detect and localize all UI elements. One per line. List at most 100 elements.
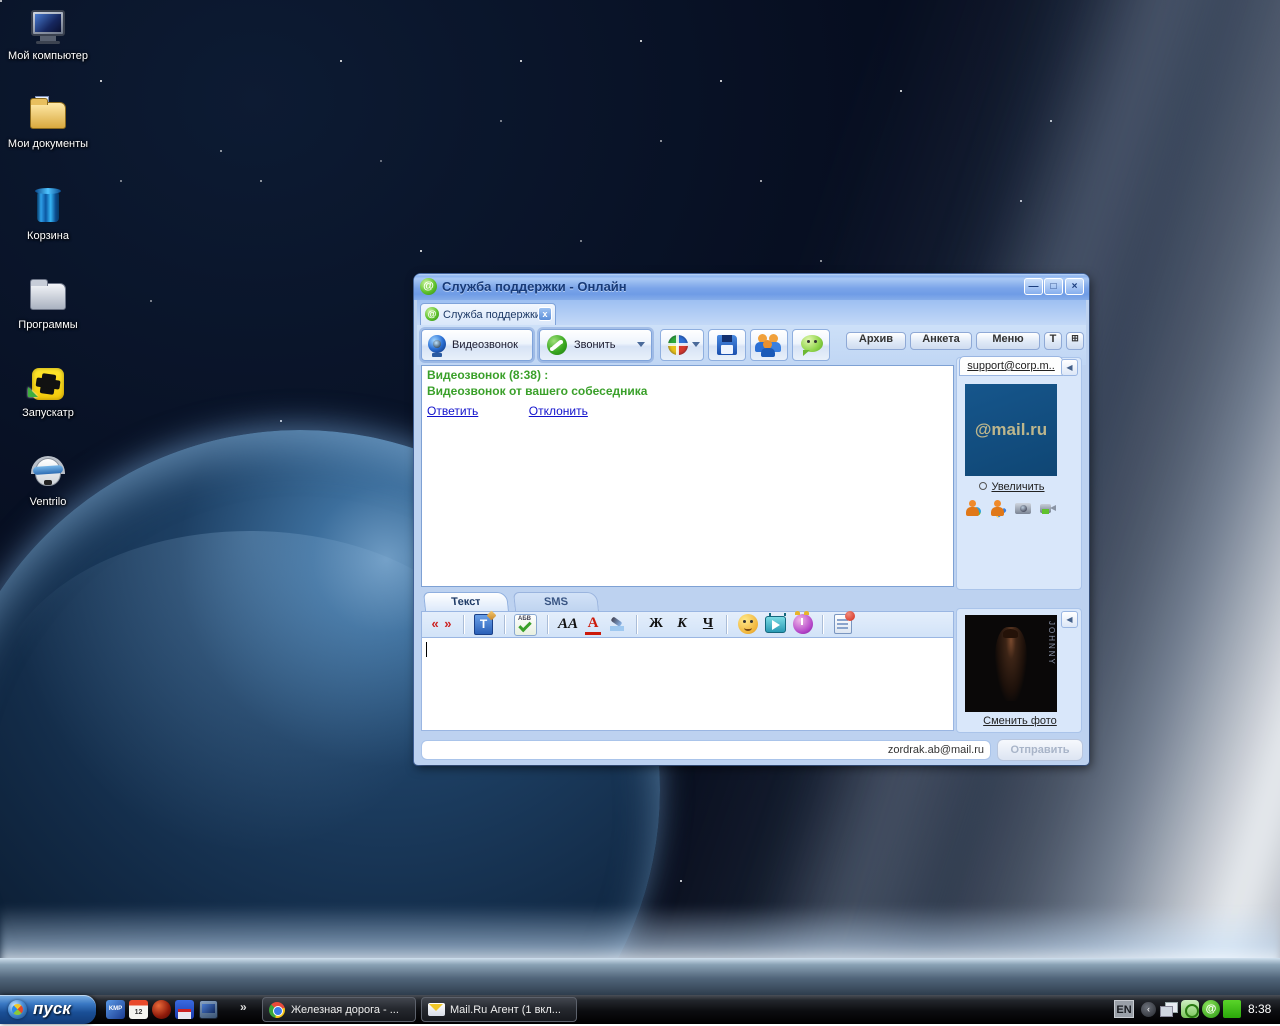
tray-clock: 8:38 xyxy=(1248,1002,1272,1016)
tab-support-conversation[interactable]: @ Служба поддержки x xyxy=(420,303,556,325)
video-camera-icon[interactable] xyxy=(1040,500,1056,516)
taskbar-item-browser[interactable]: Железная дорога - ... xyxy=(262,997,416,1022)
ventrilo-icon xyxy=(28,454,68,492)
status-field[interactable]: zordrak.ab@mail.ru xyxy=(421,740,991,760)
icon-label: Мой компьютер xyxy=(7,50,89,62)
app-at-icon: @ xyxy=(420,278,437,295)
smiley-icon[interactable] xyxy=(738,614,758,634)
tab-compose-text[interactable]: Текст xyxy=(423,592,509,611)
emotions-button[interactable] xyxy=(792,329,830,361)
tray-green-status-icon[interactable] xyxy=(1223,1000,1241,1018)
envelope-icon xyxy=(428,1003,445,1016)
messenger-window: @ Служба поддержки - Онлайн — □ × @ Служ… xyxy=(414,274,1089,765)
photo-caption: JOHNNY xyxy=(1047,621,1056,666)
answer-link[interactable]: Ответить xyxy=(427,404,478,418)
taskbar-item-mailru-agent[interactable]: Mail.Ru Агент (1 вкл... xyxy=(421,997,577,1022)
tab-label: Служба поддержки xyxy=(443,309,541,321)
video-clip-icon[interactable] xyxy=(765,616,786,633)
contact-email-tab[interactable]: support@corp.m.. xyxy=(959,356,1063,376)
decline-link[interactable]: Отклонить xyxy=(529,404,588,418)
taskbar: пуск KMP 12 » Железная дорога - ... Mail… xyxy=(0,995,1280,1024)
window-title: Служба поддержки - Онлайн xyxy=(442,279,627,294)
edit-contact-icon[interactable] xyxy=(990,500,1007,519)
chrome-icon xyxy=(269,1002,285,1018)
text-caret xyxy=(426,642,427,657)
desktop-icon-launcher[interactable]: Запускатр xyxy=(0,365,96,419)
language-indicator[interactable]: EN xyxy=(1114,1000,1134,1018)
start-label: пуск xyxy=(33,999,71,1018)
spellcheck-icon[interactable]: АБВ xyxy=(514,614,537,636)
photo-camera-icon[interactable] xyxy=(1015,500,1031,516)
translit-button[interactable]: T xyxy=(1044,332,1062,350)
bold-icon[interactable]: Ж xyxy=(648,614,664,635)
alarm-clock-icon[interactable] xyxy=(793,611,813,634)
recycle-bin-icon xyxy=(28,188,68,226)
desktop-icon-ventrilo[interactable]: Ventrilo xyxy=(0,454,96,508)
tray-at-status-icon[interactable]: @ xyxy=(1202,1000,1220,1018)
start-button[interactable]: пуск xyxy=(0,995,96,1024)
tab-close-icon[interactable]: x xyxy=(538,307,552,321)
tray-collapse-icon[interactable]: ‹ xyxy=(1141,1002,1156,1017)
underline-icon[interactable]: Ч xyxy=(700,614,716,635)
tab-compose-sms[interactable]: SMS xyxy=(513,592,599,611)
archive-button[interactable]: Архив xyxy=(846,332,906,350)
call-button[interactable]: Звонить xyxy=(539,329,652,361)
desktop-icon-programs[interactable]: Программы xyxy=(0,277,96,331)
italic-icon[interactable]: К xyxy=(674,614,690,635)
contact-at-icon: @ xyxy=(425,307,439,321)
horizon-surface xyxy=(0,958,1280,995)
close-button[interactable]: × xyxy=(1065,278,1084,295)
format-toolbar: « » T АБВ AA A Ж К Ч xyxy=(421,611,954,637)
message-input[interactable] xyxy=(421,637,954,731)
chat-history-area[interactable]: Видеозвонок (8:38) : Видеозвонок от ваше… xyxy=(421,365,954,587)
contact-info-icon[interactable] xyxy=(965,500,981,516)
conversation-tabstrip: @ Служба поддержки x xyxy=(417,300,1086,325)
highlighter-icon[interactable] xyxy=(608,614,628,635)
maximize-button[interactable]: □ xyxy=(1044,278,1063,295)
tray-mailru-agent-icon[interactable] xyxy=(1181,1000,1199,1018)
conference-button[interactable] xyxy=(750,329,788,361)
desktop-icon-recycle-bin[interactable]: Корзина xyxy=(0,188,96,242)
send-button[interactable]: Отправить xyxy=(997,739,1083,761)
quote-icon[interactable]: « » xyxy=(429,614,455,635)
offline-message-icon[interactable] xyxy=(834,611,855,634)
change-photo-link[interactable]: Сменить фото xyxy=(957,715,1083,727)
save-history-button[interactable] xyxy=(708,329,746,361)
profile-button[interactable]: Анкета xyxy=(910,332,972,350)
folder-icon xyxy=(28,277,68,315)
quicklaunch-save-icon[interactable] xyxy=(175,1000,194,1019)
minimize-button[interactable]: — xyxy=(1024,278,1043,295)
windows-orb-icon xyxy=(8,1000,27,1019)
call-icon xyxy=(547,335,567,355)
launcher-icon xyxy=(28,365,68,403)
quicklaunch-show-desktop-icon[interactable] xyxy=(199,1000,218,1019)
chat-message-body: Видеозвонок от вашего собеседника xyxy=(427,384,648,398)
font-icon[interactable]: AA xyxy=(556,614,580,635)
quicklaunch-app-icon[interactable] xyxy=(152,1000,171,1019)
web-services-button[interactable] xyxy=(660,329,704,361)
desktop-icon-my-documents[interactable]: Мои документы xyxy=(0,96,96,150)
collapse-photo-button[interactable]: ◀ xyxy=(1061,611,1078,628)
icon-label: Ventrilo xyxy=(29,496,67,508)
quicklaunch-kmplayer-icon[interactable]: KMP xyxy=(106,1000,125,1019)
video-call-button[interactable]: Видеозвонок xyxy=(421,329,533,361)
user-photo: JOHNNY xyxy=(965,615,1057,712)
tray-network-icon[interactable] xyxy=(1160,1002,1178,1017)
enlarge-avatar-link[interactable]: Увеличить xyxy=(957,481,1067,493)
collapse-panel-button[interactable]: ◀ xyxy=(1061,359,1078,376)
menu-button[interactable]: Меню xyxy=(976,332,1040,350)
contact-panel: support@corp.m.. ◀ @mail.ru Увеличить xyxy=(956,356,1082,590)
desktop-icon-my-computer[interactable]: Мой компьютер xyxy=(0,8,96,62)
globe-dropdown-arrow-icon[interactable] xyxy=(692,342,700,347)
quicklaunch-more-icon[interactable]: » xyxy=(240,1000,247,1014)
quicklaunch-calendar-icon[interactable]: 12 xyxy=(129,1000,148,1019)
stars xyxy=(0,0,2,2)
balloon-smiley-icon xyxy=(801,335,823,356)
font-color-icon[interactable]: A xyxy=(585,614,601,635)
layout-grid-button[interactable]: ⊞ xyxy=(1066,332,1084,350)
window-titlebar[interactable]: @ Служба поддержки - Онлайн — □ × xyxy=(414,274,1089,300)
my-computer-icon xyxy=(28,8,68,46)
call-dropdown-arrow-icon[interactable] xyxy=(637,342,645,347)
account-email: zordrak.ab@mail.ru xyxy=(887,744,984,756)
template-icon[interactable]: T xyxy=(474,614,493,635)
